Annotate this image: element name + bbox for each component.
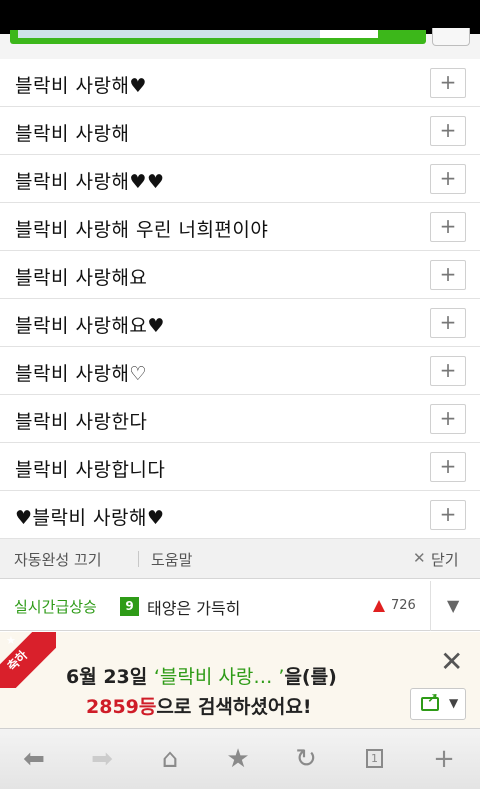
- close-link[interactable]: 닫기: [431, 549, 459, 570]
- add-to-query-button[interactable]: +: [430, 308, 466, 338]
- realtime-trending-bar[interactable]: 실시간급상승 9 태양은 가득히 726 ▼: [0, 581, 480, 631]
- suggestion-text[interactable]: ♥블락비 사랑해♥: [15, 503, 165, 530]
- share-button[interactable]: ➚ ▼: [410, 688, 466, 720]
- trending-rank-badge: 9: [120, 597, 139, 616]
- suggestion-item[interactable]: 블락비 사랑해요 +: [0, 251, 480, 299]
- footer-divider: [138, 551, 139, 567]
- congrats-ribbon: ★ 축하: [0, 632, 56, 688]
- banner-date: 6월 23일: [66, 666, 148, 688]
- add-to-query-button[interactable]: +: [430, 404, 466, 434]
- suggestion-item[interactable]: 블락비 사랑한다 +: [0, 395, 480, 443]
- rising-arrow-icon: [373, 600, 385, 612]
- add-to-query-button[interactable]: +: [430, 356, 466, 386]
- chevron-down-icon[interactable]: ▼: [447, 596, 459, 615]
- suggestion-text[interactable]: 블락비 사랑해: [15, 119, 129, 146]
- banner-keyword: ‘블락비 사랑… ’: [153, 666, 285, 688]
- new-tab-icon[interactable]: +: [424, 743, 464, 775]
- suggestion-item[interactable]: 블락비 사랑해 우린 너희편이야 +: [0, 203, 480, 251]
- close-icon[interactable]: ✕: [413, 549, 426, 567]
- suggestion-text[interactable]: 블락비 사랑해♥: [15, 71, 147, 98]
- banner-line2-rest: 으로 검색하셨어요!: [156, 696, 312, 718]
- tab-count: 1: [366, 749, 383, 768]
- search-input-clear-area: [320, 30, 378, 38]
- browser-toolbar: ⬅ ➡ ⌂ ★ ↻ 1 +: [0, 728, 480, 789]
- suggestion-text[interactable]: 블락비 사랑한다: [15, 407, 147, 434]
- add-to-query-button[interactable]: +: [430, 68, 466, 98]
- suggestion-item[interactable]: 블락비 사랑해♡ +: [0, 347, 480, 395]
- add-to-query-button[interactable]: +: [430, 260, 466, 290]
- refresh-icon[interactable]: ↻: [286, 743, 326, 775]
- trending-label: 실시간급상승: [14, 598, 97, 616]
- search-input[interactable]: [10, 30, 426, 44]
- back-icon[interactable]: ⬅: [14, 743, 54, 775]
- suggestion-text[interactable]: 블락비 사랑합니다: [15, 455, 165, 482]
- banner-line-2: 2859등으로 검색하셨어요!: [86, 692, 312, 719]
- suggestion-item[interactable]: 블락비 사랑해♥ +: [0, 59, 480, 107]
- help-link[interactable]: 도움말: [151, 549, 192, 570]
- suggestion-item[interactable]: 블락비 사랑해♥♥ +: [0, 155, 480, 203]
- suggestion-text[interactable]: 블락비 사랑해♥♥: [15, 167, 165, 194]
- search-area: [0, 28, 480, 60]
- suggestion-text[interactable]: 블락비 사랑해요♥: [15, 311, 165, 338]
- suggestion-item[interactable]: 블락비 사랑합니다 +: [0, 443, 480, 491]
- suggestion-item[interactable]: 블락비 사랑해 +: [0, 107, 480, 155]
- add-to-query-button[interactable]: +: [430, 164, 466, 194]
- search-button[interactable]: [432, 28, 470, 46]
- caret-down-icon: ▼: [449, 696, 459, 710]
- add-to-query-button[interactable]: +: [430, 116, 466, 146]
- autocomplete-footer: 자동완성 끄기 도움말 ✕ 닫기: [0, 539, 480, 579]
- close-icon[interactable]: ✕: [440, 648, 463, 676]
- suggestion-item[interactable]: 블락비 사랑해요♥ +: [0, 299, 480, 347]
- congrats-banner: ★ 축하 6월 23일 ‘블락비 사랑… ’을(를) 2859등으로 검색하셨어…: [0, 632, 480, 728]
- suggestion-item[interactable]: ♥블락비 사랑해♥ +: [0, 491, 480, 539]
- forward-icon[interactable]: ➡: [82, 743, 122, 775]
- tabs-icon[interactable]: 1: [354, 743, 394, 775]
- add-to-query-button[interactable]: +: [430, 500, 466, 530]
- banner-line-1: 6월 23일 ‘블락비 사랑… ’을(를): [66, 662, 337, 689]
- banner-rank: 2859등: [86, 696, 157, 718]
- suggestion-text[interactable]: 블락비 사랑해♡: [15, 359, 147, 386]
- trending-keyword[interactable]: 태양은 가득히: [147, 595, 240, 619]
- status-bar: [0, 0, 480, 34]
- home-icon[interactable]: ⌂: [150, 743, 190, 775]
- autocomplete-list: 블락비 사랑해♥ + 블락비 사랑해 + 블락비 사랑해♥♥ + 블락비 사랑해…: [0, 59, 480, 539]
- add-to-query-button[interactable]: +: [430, 452, 466, 482]
- add-to-query-button[interactable]: +: [430, 212, 466, 242]
- banner-suffix: 을(를): [284, 666, 337, 688]
- suggestion-text[interactable]: 블락비 사랑해 우린 너희편이야: [15, 215, 268, 242]
- bookmark-star-icon[interactable]: ★: [218, 743, 258, 775]
- autocomplete-off-link[interactable]: 자동완성 끄기: [14, 549, 102, 570]
- trending-count: 726: [391, 598, 416, 613]
- trending-divider: [430, 581, 431, 631]
- star-icon: ★: [6, 634, 16, 647]
- share-arrow-icon: ➚: [427, 690, 439, 706]
- suggestion-text[interactable]: 블락비 사랑해요: [15, 263, 147, 290]
